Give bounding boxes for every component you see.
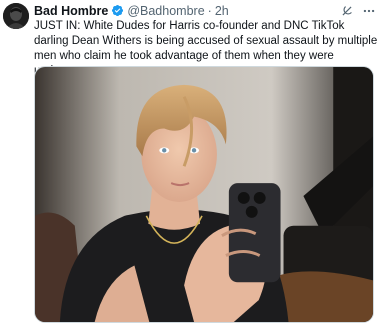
author-display-name[interactable]: Bad Hombre bbox=[34, 4, 108, 18]
separator-dot: · bbox=[207, 3, 212, 18]
verified-badge-icon bbox=[111, 4, 124, 17]
header-actions bbox=[340, 4, 376, 18]
timestamp[interactable]: 2h bbox=[215, 4, 229, 18]
avatar[interactable] bbox=[3, 3, 29, 29]
tweet-media-image[interactable] bbox=[34, 66, 374, 323]
tweet-header: Bad Hombre @Badhombre · 2h bbox=[34, 2, 376, 19]
author-handle[interactable]: @Badhombre bbox=[127, 4, 204, 18]
avatar-image bbox=[3, 3, 29, 29]
grok-icon[interactable] bbox=[340, 4, 354, 18]
more-options-icon[interactable] bbox=[362, 4, 376, 18]
photo-young-man-with-phone bbox=[35, 67, 373, 322]
